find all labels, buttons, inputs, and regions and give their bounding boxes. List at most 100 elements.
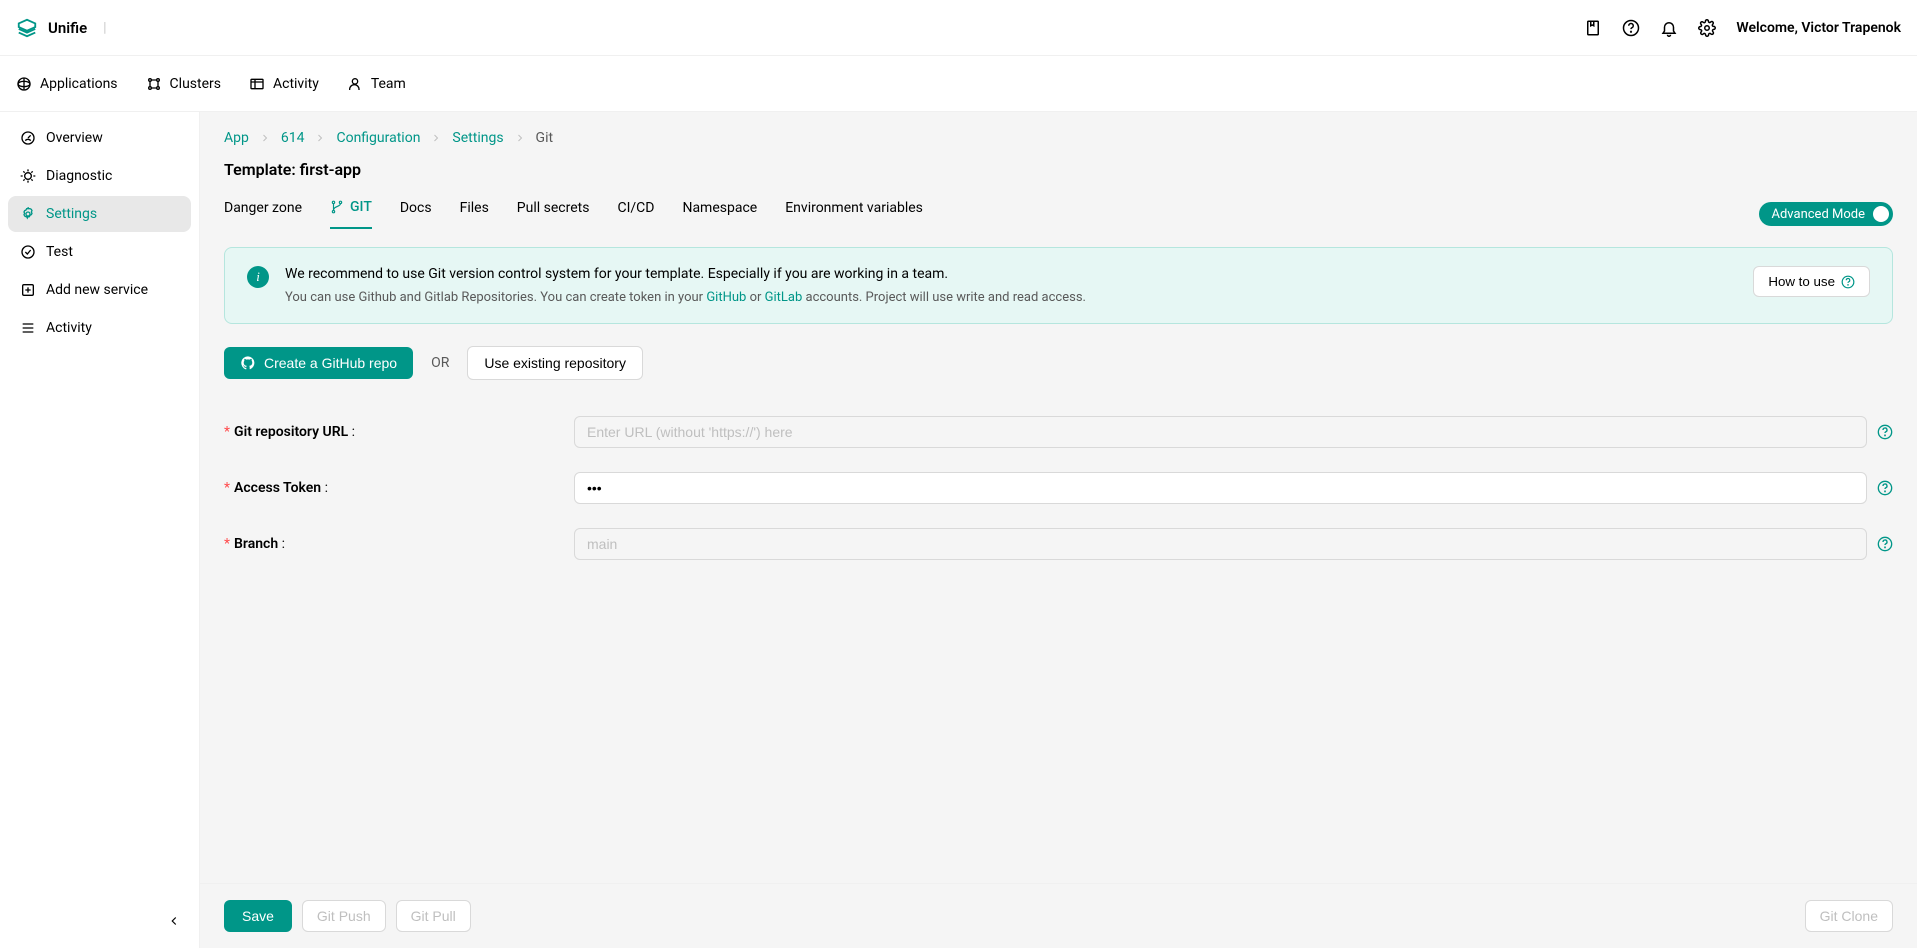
footer-actions: Save Git Push Git Pull Git Clone — [200, 883, 1917, 948]
form-row-token: *Access Token : — [224, 472, 1893, 504]
github-icon — [240, 355, 256, 371]
label-text: Branch — [234, 536, 278, 552]
tab-env-vars[interactable]: Environment variables — [785, 200, 923, 228]
branch-icon — [330, 200, 344, 214]
help-icon[interactable] — [1622, 19, 1640, 37]
top-header: Unifie | Welcome, Victor Trapenok — [0, 0, 1917, 56]
sidebar-item-label: Overview — [46, 130, 103, 146]
breadcrumb-app[interactable]: App — [224, 130, 249, 146]
sidebar-item-test[interactable]: Test — [8, 234, 191, 270]
bookmark-icon[interactable] — [1584, 19, 1602, 37]
dashboard-icon — [20, 130, 36, 146]
welcome-text[interactable]: Welcome, Victor Trapenok — [1736, 20, 1901, 36]
required-mark: * — [224, 480, 230, 496]
git-form: *Git repository URL : *Access Token : — [224, 416, 1893, 560]
brand-name: Unifie — [48, 19, 87, 37]
use-existing-repo-button[interactable]: Use existing repository — [467, 346, 643, 380]
toggle-knob — [1873, 206, 1889, 222]
create-github-repo-button[interactable]: Create a GitHub repo — [224, 347, 413, 379]
tab-cicd[interactable]: CI/CD — [617, 200, 654, 228]
page-title: Template: first-app — [224, 160, 1893, 179]
label-text: Access Token — [234, 480, 321, 496]
save-button[interactable]: Save — [224, 900, 292, 932]
form-label: *Branch : — [224, 536, 574, 552]
info-alert: i We recommend to use Git version contro… — [224, 247, 1893, 324]
nav-label: Applications — [40, 76, 118, 92]
main-content: App 614 Configuration Settings Git Templ… — [200, 112, 1917, 948]
tab-namespace[interactable]: Namespace — [682, 200, 757, 228]
nav-clusters[interactable]: Clusters — [146, 76, 221, 92]
chevron-left-icon — [167, 914, 181, 928]
bug-icon — [20, 168, 36, 184]
button-label: Create a GitHub repo — [264, 355, 397, 371]
logo-icon — [16, 17, 38, 39]
repo-url-input[interactable] — [574, 416, 1867, 448]
required-mark: * — [224, 424, 230, 440]
gear-icon[interactable] — [1698, 19, 1716, 37]
gear-icon — [20, 206, 36, 222]
help-circle-icon[interactable] — [1877, 424, 1893, 440]
tab-pull-secrets[interactable]: Pull secrets — [517, 200, 590, 228]
tab-danger-zone[interactable]: Danger zone — [224, 200, 302, 228]
git-push-button[interactable]: Git Push — [302, 900, 386, 932]
github-link[interactable]: GitHub — [706, 290, 746, 305]
bell-icon[interactable] — [1660, 19, 1678, 37]
nav-team[interactable]: Team — [347, 76, 406, 92]
git-pull-button[interactable]: Git Pull — [396, 900, 471, 932]
tabs: Danger zone GIT Docs Files Pull secrets … — [224, 199, 923, 229]
sidebar-item-label: Settings — [46, 206, 97, 222]
breadcrumb-configuration[interactable]: Configuration — [336, 130, 420, 146]
advanced-mode-toggle[interactable]: Advanced Mode — [1759, 202, 1893, 226]
apps-icon — [16, 76, 32, 92]
alert-text: You can use Github and Gitlab Repositori… — [285, 290, 706, 305]
button-label: How to use — [1768, 274, 1835, 289]
activity-icon — [249, 76, 265, 92]
sidebar-item-label: Add new service — [46, 282, 148, 298]
git-clone-button[interactable]: Git Clone — [1805, 900, 1893, 932]
alert-text: accounts. Project will use write and rea… — [802, 290, 1086, 305]
chevron-right-icon — [514, 132, 526, 144]
sidebar-item-settings[interactable]: Settings — [8, 196, 191, 232]
main-nav: Applications Clusters Activity Team — [0, 56, 1917, 112]
alert-message: We recommend to use Git version control … — [285, 266, 1086, 282]
tab-files[interactable]: Files — [460, 200, 489, 228]
branch-input[interactable] — [574, 528, 1867, 560]
help-circle-icon[interactable] — [1877, 480, 1893, 496]
nav-activity[interactable]: Activity — [249, 76, 319, 92]
sidebar: Overview Diagnostic Settings Test Add ne… — [0, 112, 200, 948]
how-to-use-button[interactable]: How to use — [1753, 266, 1870, 297]
breadcrumb: App 614 Configuration Settings Git — [224, 130, 1893, 146]
alert-description: You can use Github and Gitlab Repositori… — [285, 290, 1086, 305]
sidebar-item-label: Activity — [46, 320, 92, 336]
chevron-right-icon — [430, 132, 442, 144]
access-token-input[interactable] — [574, 472, 1867, 504]
required-mark: * — [224, 536, 230, 552]
body-layout: Overview Diagnostic Settings Test Add ne… — [0, 112, 1917, 948]
breadcrumb-id[interactable]: 614 — [281, 130, 305, 146]
breadcrumb-settings[interactable]: Settings — [452, 130, 503, 146]
nav-applications[interactable]: Applications — [16, 76, 118, 92]
form-label: *Access Token : — [224, 480, 574, 496]
sidebar-item-activity[interactable]: Activity — [8, 310, 191, 346]
sidebar-item-overview[interactable]: Overview — [8, 120, 191, 156]
tab-docs[interactable]: Docs — [400, 200, 432, 228]
chevron-right-icon — [314, 132, 326, 144]
sidebar-item-diagnostic[interactable]: Diagnostic — [8, 158, 191, 194]
clusters-icon — [146, 76, 162, 92]
plus-square-icon — [20, 282, 36, 298]
team-icon — [347, 76, 363, 92]
chevron-right-icon — [259, 132, 271, 144]
header-actions: Welcome, Victor Trapenok — [1584, 19, 1901, 37]
sidebar-item-add-service[interactable]: Add new service — [8, 272, 191, 308]
brand-area: Unifie | — [16, 17, 107, 39]
list-icon — [20, 320, 36, 336]
toggle-label: Advanced Mode — [1771, 207, 1865, 222]
sidebar-collapse-button[interactable] — [167, 914, 181, 928]
sidebar-item-label: Diagnostic — [46, 168, 112, 184]
help-circle-icon[interactable] — [1877, 536, 1893, 552]
nav-label: Clusters — [170, 76, 221, 92]
repo-action-row: Create a GitHub repo OR Use existing rep… — [224, 346, 1893, 380]
tab-git[interactable]: GIT — [330, 199, 372, 229]
breadcrumb-current: Git — [536, 130, 554, 146]
gitlab-link[interactable]: GitLab — [765, 290, 803, 305]
